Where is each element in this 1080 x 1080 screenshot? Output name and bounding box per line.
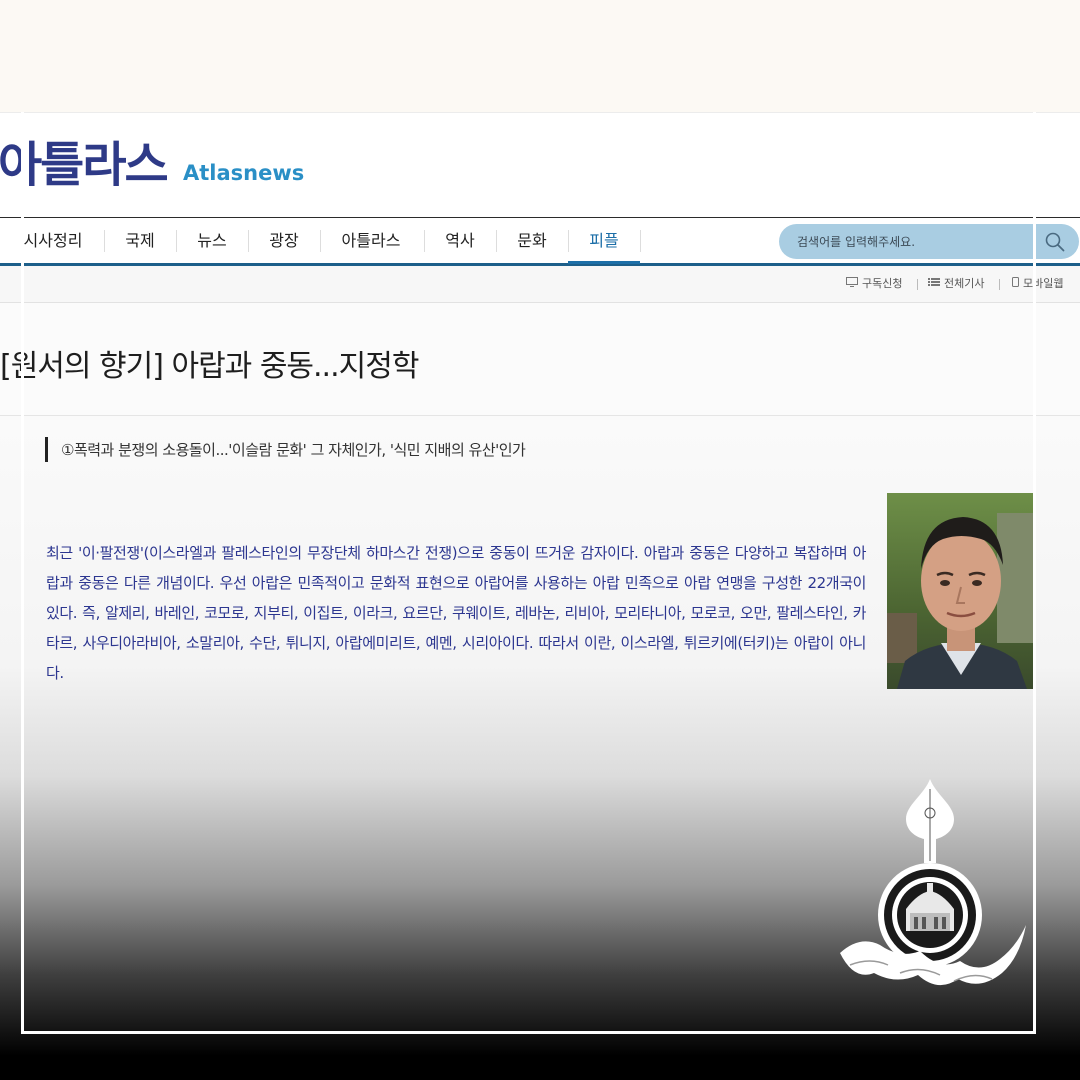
- karbala-center-watermark-logo: [830, 775, 1030, 1005]
- nav-divider: [104, 230, 105, 252]
- nav-divider: [248, 230, 249, 252]
- search-input[interactable]: [797, 224, 1037, 259]
- author-photo: [887, 493, 1034, 689]
- nav-item-news[interactable]: 뉴스: [182, 218, 242, 264]
- site-logo[interactable]: 아틀라스: [0, 135, 169, 195]
- subscribe-link[interactable]: 구독신청: [846, 276, 902, 292]
- utility-bar: 구독신청 전체기사 모바일웹: [0, 266, 1080, 303]
- utility-divider: [999, 279, 1000, 290]
- nav-item-issues[interactable]: 시사정리: [14, 218, 92, 264]
- nav-divider: [424, 230, 425, 252]
- nav-item-international[interactable]: 국제: [110, 218, 170, 264]
- subscribe-label: 구독신청: [862, 277, 903, 290]
- article-body: 최근 '이·팔전쟁'(이스라엘과 팔레스타인의 무장단체 하마스간 전쟁)으로 …: [46, 544, 866, 682]
- nav-divider: [496, 230, 497, 252]
- utility-divider: [917, 279, 918, 290]
- article-subtitle: ①폭력과 분쟁의 소용돌이...'이슬람 문화' 그 자체인가, '식민 지배의…: [61, 441, 526, 459]
- search-icon[interactable]: [1043, 230, 1067, 254]
- all-articles-label: 전체기사: [944, 277, 985, 290]
- nav-divider: [176, 230, 177, 252]
- article-title: [원서의 향기] 아랍과 중동...지정학: [0, 349, 419, 384]
- monitor-icon: [846, 276, 858, 292]
- nav-item-plaza[interactable]: 광장: [254, 218, 314, 264]
- mobile-web-link[interactable]: 모바일웹: [1012, 276, 1063, 292]
- nav-item-culture[interactable]: 문화: [502, 218, 562, 264]
- top-band: [0, 0, 1080, 112]
- nav-item-atlas[interactable]: 아틀라스: [326, 218, 416, 264]
- search-box: [779, 224, 1079, 259]
- subtitle-bar: [45, 437, 48, 462]
- list-icon: [928, 276, 940, 292]
- all-articles-link[interactable]: 전체기사: [928, 276, 984, 292]
- site-logo-english[interactable]: Atlasnews: [183, 160, 304, 186]
- nav-divider: [640, 230, 641, 252]
- nav-divider: [320, 230, 321, 252]
- mobile-icon: [1012, 276, 1019, 292]
- mobile-web-label: 모바일웹: [1023, 277, 1064, 290]
- nav-item-history[interactable]: 역사: [430, 218, 490, 264]
- nav-item-people[interactable]: 피플: [568, 218, 640, 264]
